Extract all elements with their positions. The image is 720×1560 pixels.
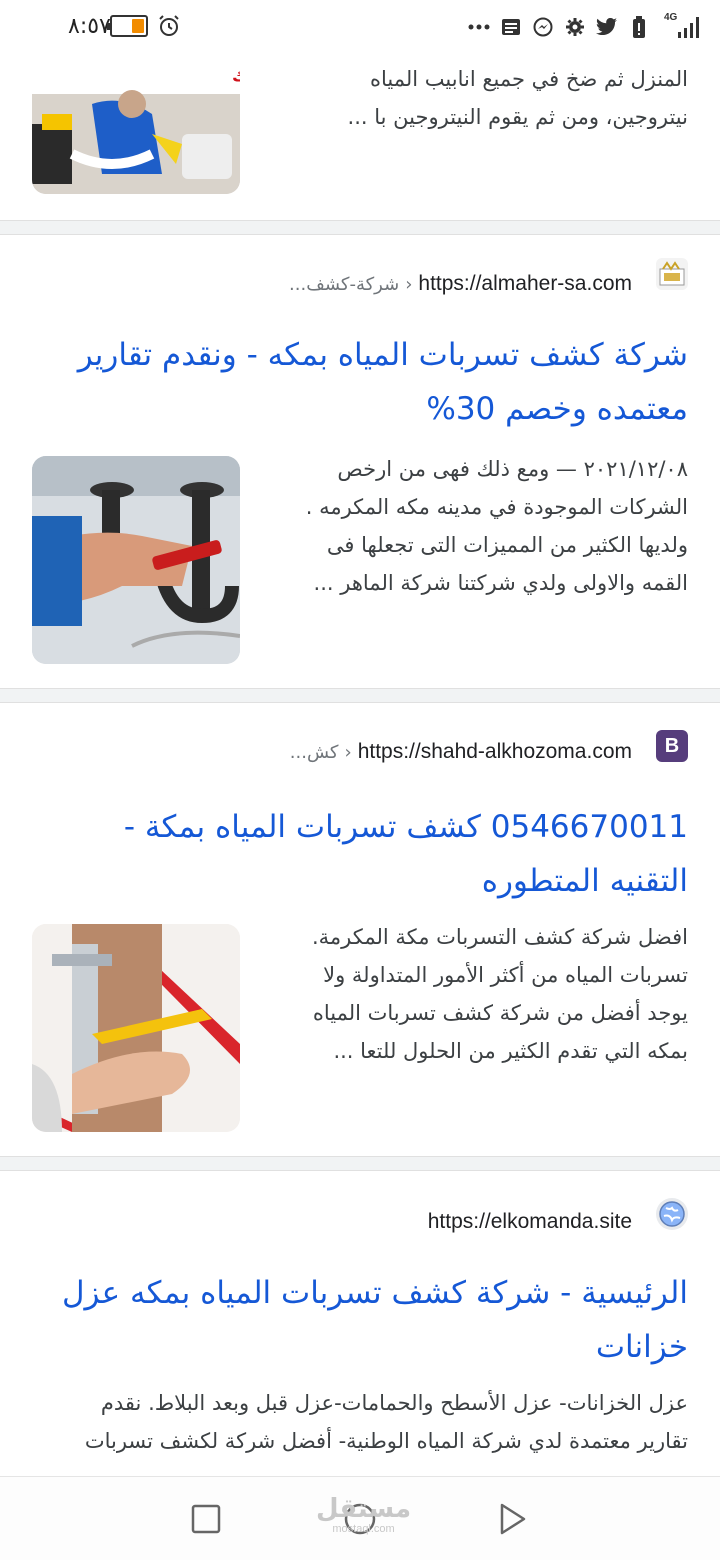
search-result[interactable]: B كش... › https://shahd-alkhozoma.com 05… xyxy=(0,704,720,1156)
site-favicon xyxy=(656,258,688,290)
search-result[interactable]: https://elkomanda.site الرئيسية - شركة ك… xyxy=(0,1172,720,1476)
settings-icon xyxy=(564,16,586,38)
watermark-text: مستقل xyxy=(316,1494,412,1524)
site-favicon: B xyxy=(656,730,688,762)
snippet-line: بمكه التي تقدم الكثير من الحلول للتعا ..… xyxy=(333,1039,688,1063)
title-line[interactable]: خزانات xyxy=(28,1320,688,1374)
status-time: ٨:٥٧ xyxy=(68,14,111,39)
result-snippet: عزل الخزانات- عزل الأسطح والحمامات-عزل ق… xyxy=(28,1384,688,1460)
snippet-line: نيتروجين، ومن ثم يقوم النيتروجين با ... xyxy=(347,105,688,129)
snippet-line: تسربات المياه من أكثر الأمور المتداولة و… xyxy=(323,963,688,987)
signal-icon: 4G xyxy=(664,12,704,40)
search-result[interactable]: شركة-كشف... › https://almaher-sa.com شرك… xyxy=(0,236,720,688)
back-button-icon[interactable] xyxy=(494,1501,530,1537)
site-info[interactable]: شركة-كشف... › https://almaher-sa.com xyxy=(289,264,632,304)
snippet-line: عزل الخزانات- عزل الأسطح والحمامات-عزل ق… xyxy=(100,1391,688,1415)
result-title[interactable]: الرئيسية - شركة كشف تسربات المياه بمكه ع… xyxy=(28,1266,688,1374)
result-title[interactable]: شركة كشف تسربات المياه بمكه - ونقدم تقار… xyxy=(28,328,688,436)
result-divider xyxy=(0,688,720,703)
snippet-line: ولديها الكثير من المميزات التى تجعلها فى xyxy=(326,533,688,557)
site-url[interactable]: https://almaher-sa.com xyxy=(418,272,632,296)
breadcrumb-separator: › xyxy=(344,741,352,763)
site-url[interactable]: https://elkomanda.site xyxy=(428,1210,632,1234)
site-path: شركة-كشف... xyxy=(289,273,400,295)
site-path: كش... xyxy=(289,741,339,763)
system-nav-bar: مستقل mostaql.com xyxy=(0,1476,720,1560)
battery-alert-icon xyxy=(628,16,650,38)
snippet-line: الشركات الموجودة في مدينه مكه المكرمه . xyxy=(305,495,688,519)
site-url[interactable]: https://shahd-alkhozoma.com xyxy=(358,740,632,764)
snippet-line: افضل شركة كشف التسربات مكة المكرمة. xyxy=(311,925,688,949)
snippet-line: ٢٠٢١/١٢/٠٨ — ومع ذلك فهى من ارخص xyxy=(337,457,688,481)
favicon-letter: B xyxy=(664,734,680,757)
battery-icon xyxy=(107,15,148,37)
title-line[interactable]: شركة كشف تسربات المياه بمكه - ونقدم تقار… xyxy=(28,328,688,382)
result-thumbnail[interactable]: ف تسربات المياه بمكة المك xyxy=(32,54,240,194)
watermark-logo: مستقل mostaql.com xyxy=(316,1495,411,1535)
title-line[interactable]: الرئيسية - شركة كشف تسربات المياه بمكه ع… xyxy=(28,1266,688,1320)
result-snippet: المنزل ثم ضخ في جميع انابيب المياه نيترو… xyxy=(248,60,688,136)
watermark-subtext: mostaql.com xyxy=(332,1523,395,1535)
snippet-line: القمه والاولى ولدي شركتنا شركة الماهر ..… xyxy=(313,571,688,595)
messenger-icon xyxy=(532,16,554,38)
snippet-line: المنزل ثم ضخ في جميع انابيب المياه xyxy=(370,67,688,91)
result-divider xyxy=(0,220,720,235)
site-info[interactable]: https://elkomanda.site xyxy=(428,1202,632,1242)
snippet-line: تقارير معتمدة لدي شركة المياه الوطنية- أ… xyxy=(84,1429,688,1453)
status-icons xyxy=(468,12,650,42)
search-result[interactable]: المنزل ثم ضخ في جميع انابيب المياه نيترو… xyxy=(0,54,720,220)
snippet-line: يوجد أفضل من شركة كشف تسربات المياه xyxy=(312,1001,688,1025)
title-line[interactable]: معتمده وخصم 30% xyxy=(28,382,688,436)
result-thumbnail[interactable] xyxy=(32,456,240,664)
news-icon xyxy=(500,16,522,38)
result-snippet: ٢٠٢١/١٢/٠٨ — ومع ذلك فهى من ارخص الشركات… xyxy=(268,450,688,602)
network-type: 4G xyxy=(664,12,678,23)
alarm-icon xyxy=(159,15,179,36)
globe-icon xyxy=(656,1198,688,1230)
title-line[interactable]: التقنيه المتطوره xyxy=(28,854,688,908)
twitter-icon xyxy=(596,16,618,38)
result-thumbnail[interactable] xyxy=(32,924,240,1132)
result-snippet: افضل شركة كشف التسربات مكة المكرمة. تسرب… xyxy=(268,918,688,1070)
result-title[interactable]: 0546670011 كشف تسربات المياه بمكة - التق… xyxy=(28,800,688,908)
thumb-caption: ف تسربات المياه بمكة المك xyxy=(232,66,240,86)
result-divider xyxy=(0,1156,720,1171)
site-info[interactable]: كش... › https://shahd-alkhozoma.com xyxy=(290,732,632,772)
breadcrumb-separator: › xyxy=(405,273,413,295)
more-dots-icon xyxy=(468,16,490,38)
status-bar: ٨:٥٧ 4G xyxy=(0,0,720,54)
title-line[interactable]: 0546670011 كشف تسربات المياه بمكة - xyxy=(28,800,688,854)
recents-button-icon[interactable] xyxy=(188,1501,224,1537)
